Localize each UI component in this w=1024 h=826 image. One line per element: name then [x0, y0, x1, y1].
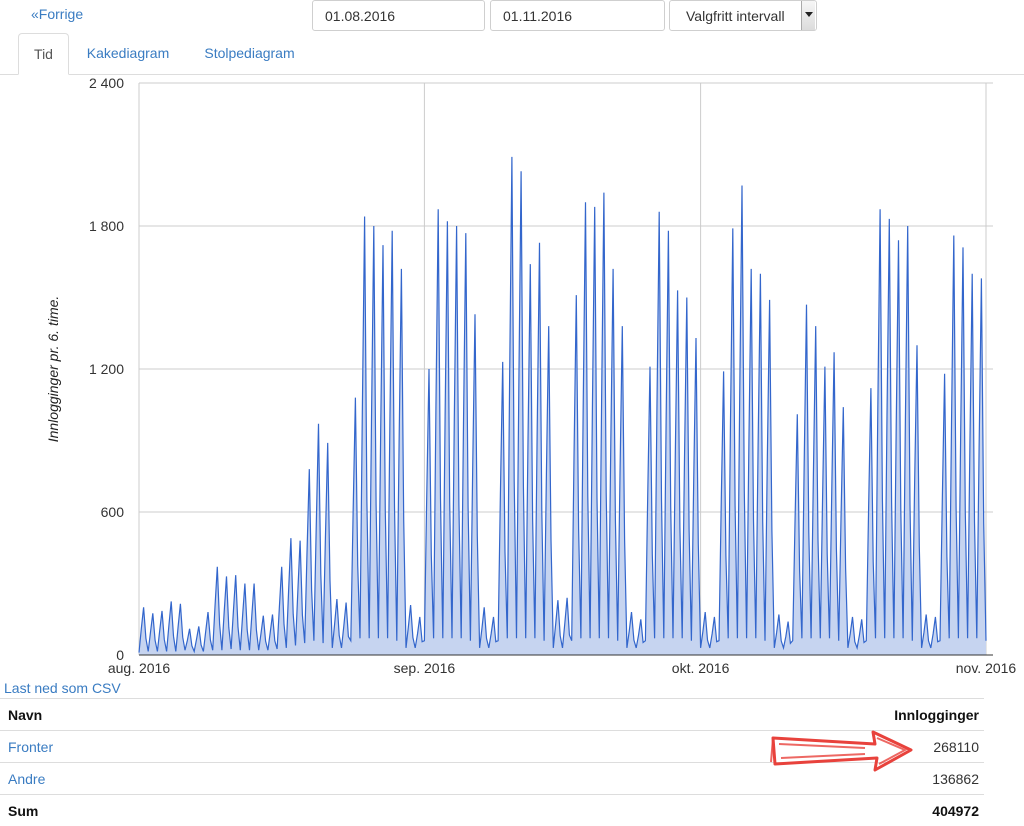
chart-tabs: Tid Kakediagram Stolpediagram	[0, 33, 1024, 75]
chart-grid	[139, 83, 993, 655]
row-name-link[interactable]: Andre	[8, 771, 45, 787]
y-tick-labels: 06001 2001 8002 400	[89, 75, 124, 663]
y-tick-label: 600	[101, 504, 125, 520]
to-date-input[interactable]	[490, 0, 665, 31]
tab-kakediagram[interactable]: Kakediagram	[76, 33, 180, 74]
chevron-down-icon	[805, 12, 813, 17]
download-csv-link[interactable]: Last ned som CSV	[4, 680, 121, 696]
interval-select[interactable]: Valgfritt intervall	[669, 0, 817, 31]
x-tick-label: sep. 2016	[394, 660, 456, 676]
x-tick-label: okt. 2016	[672, 660, 730, 676]
header-name: Navn	[0, 699, 363, 731]
y-tick-label: 1 800	[89, 218, 124, 234]
red-arrow-annotation	[765, 724, 915, 776]
x-tick-label: nov. 2016	[956, 660, 1017, 676]
tab-tid[interactable]: Tid	[18, 33, 69, 75]
from-date-input[interactable]	[312, 0, 485, 31]
row-name-link[interactable]: Fronter	[8, 739, 53, 755]
x-tick-labels: aug. 2016 sep. 2016 okt. 2016 nov. 2016	[108, 660, 1017, 676]
interval-select-value: Valgfritt intervall	[686, 8, 785, 24]
previous-link[interactable]: «Forrige	[31, 6, 83, 22]
sum-label: Sum	[0, 795, 363, 826]
series-line	[139, 157, 986, 653]
logins-time-chart: 06001 2001 8002 400 aug. 2016sep. 2016ok…	[0, 74, 1024, 680]
y-axis-label: Innlogginger pr. 6. time.	[45, 296, 61, 443]
tab-stolpediagram[interactable]: Stolpediagram	[192, 33, 307, 74]
x-tick-label: aug. 2016	[108, 660, 170, 676]
sum-count: 404972	[363, 795, 984, 826]
sum-row: Sum 404972	[0, 795, 984, 826]
dropdown-button[interactable]	[801, 1, 815, 30]
y-tick-label: 2 400	[89, 75, 124, 91]
y-tick-label: 1 200	[89, 361, 124, 377]
series-area-fill	[139, 157, 986, 655]
